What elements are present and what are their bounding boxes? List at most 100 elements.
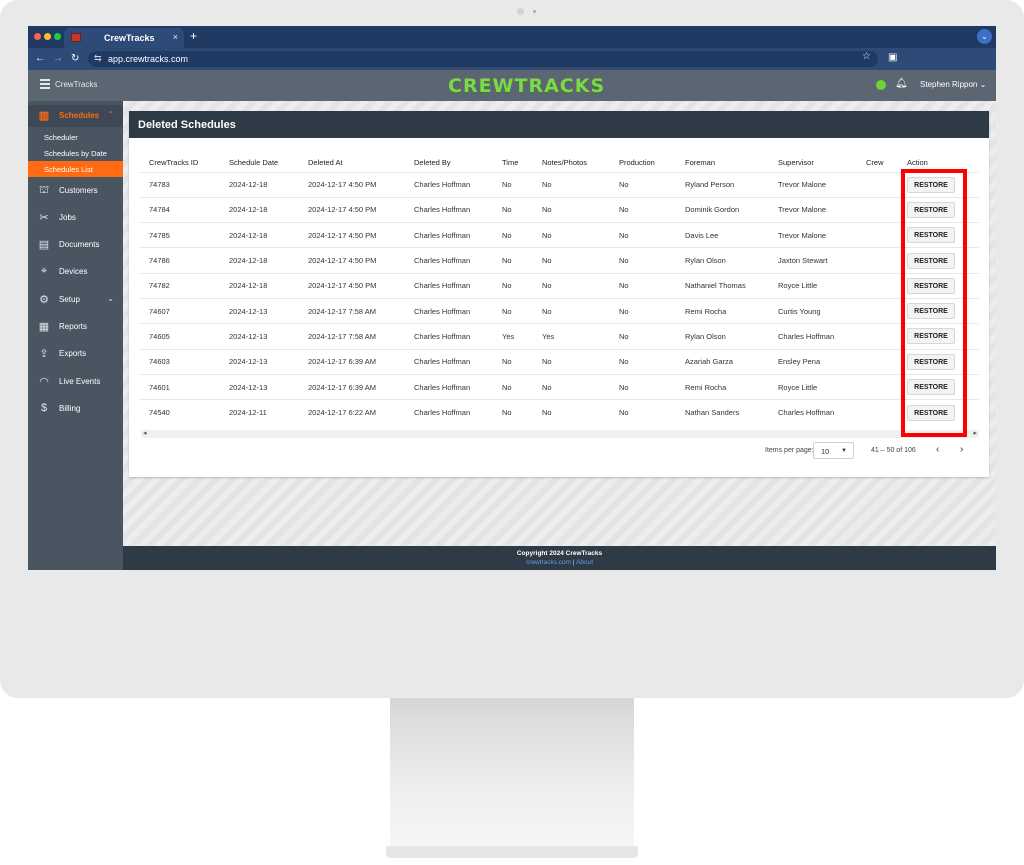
footer: Copyright 2024 CrewTracks crewtracks.com…: [123, 546, 996, 570]
column-header[interactable]: Production: [609, 154, 675, 172]
about-link[interactable]: About: [576, 559, 593, 566]
sidebar-item-reports[interactable]: ▦ Reports: [28, 316, 123, 338]
sidebar-subitem-schedules-list[interactable]: Schedules List: [28, 161, 123, 177]
column-header[interactable]: Supervisor: [768, 154, 856, 172]
sidebar-item-setup[interactable]: ⚙ Setup ⌄: [28, 289, 123, 311]
table-cell: [856, 272, 897, 299]
table-cell: [856, 348, 897, 375]
monitor-chin: [0, 570, 1024, 698]
table-cell: 74540: [139, 399, 219, 425]
table-cell: Charles Hoffman: [404, 222, 492, 248]
sidebar-subitem-scheduler[interactable]: Scheduler: [28, 129, 123, 145]
browser-tab[interactable]: CrewTracks ×: [64, 28, 184, 48]
sidebar-item-customers[interactable]: ⛫ Customers: [28, 180, 123, 202]
column-header[interactable]: CrewTracks ID: [139, 154, 219, 172]
table-row: 74603 2024-12-13 2024-12-17 6:39 AM Charles…: [139, 348, 979, 375]
table-cell: 2024-12-17 6:39 AM: [298, 373, 404, 400]
tab-close-icon[interactable]: ×: [173, 32, 178, 42]
column-header[interactable]: Notes/Photos: [532, 154, 609, 172]
copyright-text: Copyright 2024 CrewTracks: [516, 550, 603, 557]
reports-icon: ▦: [38, 321, 50, 333]
table-cell: No: [492, 171, 532, 198]
column-header[interactable]: Schedule Date: [219, 154, 298, 172]
table-cell: No: [609, 222, 675, 248]
sidebar-item-live-events[interactable]: ◠ Live Events: [28, 371, 123, 393]
site-info-icon[interactable]: ⇆: [94, 53, 102, 64]
user-menu[interactable]: Stephen Rippon ⌄: [920, 80, 986, 89]
column-header[interactable]: Deleted At: [298, 154, 404, 172]
back-icon[interactable]: ←: [35, 53, 45, 64]
new-tab-button[interactable]: +: [190, 29, 197, 43]
table-cell: Charles Hoffman: [404, 399, 492, 425]
billing-icon: $: [40, 402, 48, 414]
sidebar-item-label: Devices: [59, 267, 88, 276]
app-header: CrewTracks CREWTRACKS 🔔︎ Stephen Rippon …: [28, 70, 996, 101]
sidebar-item-label: Customers: [59, 186, 98, 195]
table-cell: 74785: [139, 222, 219, 248]
next-page-button[interactable]: ›: [960, 444, 963, 455]
table-cell: Royce Little: [768, 272, 856, 299]
sidebar-item-jobs[interactable]: ✂ Jobs: [28, 207, 123, 229]
table-cell: 2024-12-11: [219, 399, 298, 425]
scroll-left-icon[interactable]: ◂: [143, 429, 147, 437]
sidebar-item-billing[interactable]: $ Billing: [28, 398, 123, 420]
menu-icon[interactable]: [40, 79, 50, 91]
previous-page-button[interactable]: ‹: [936, 444, 939, 455]
sidebar-item-label: Billing: [59, 404, 81, 413]
url-field[interactable]: ⇆ app.crewtracks.com: [88, 51, 878, 67]
table-cell: No: [532, 399, 609, 425]
table-cell: 74782: [139, 272, 219, 299]
crewtracks-link[interactable]: crewtracks.com: [526, 559, 571, 566]
table-cell: 2024-12-18: [219, 222, 298, 248]
tab-search-icon[interactable]: ⌄: [977, 29, 992, 44]
table-cell: [856, 247, 897, 274]
table-cell: No: [492, 247, 532, 274]
table-cell: 2024-12-17 4:50 PM: [298, 247, 404, 274]
table-cell: [856, 399, 897, 425]
chevron-down-icon: ⌄: [107, 294, 114, 303]
table-cell: 2024-12-18: [219, 196, 298, 223]
table-cell: No: [492, 348, 532, 375]
sidebar-subitem-label: Schedules List: [44, 165, 93, 174]
sidebar-item-label: Live Events: [59, 377, 101, 386]
sidebar-item-documents[interactable]: ▤ Documents: [28, 234, 123, 256]
bookmark-star-icon[interactable]: ☆: [862, 51, 871, 62]
table-cell: No: [609, 297, 675, 324]
table-cell: Charles Hoffman: [404, 247, 492, 274]
sidebar-item-devices[interactable]: ⌖ Devices: [28, 261, 123, 283]
table-cell: 2024-12-13: [219, 297, 298, 324]
table-cell: Charles Hoffman: [404, 323, 492, 350]
table-cell: 2024-12-18: [219, 272, 298, 299]
table-cell: 2024-12-18: [219, 247, 298, 274]
column-header[interactable]: Foreman: [675, 154, 768, 172]
items-per-page-select[interactable]: 10 ▼: [813, 442, 854, 459]
jobs-icon: ✂: [39, 212, 49, 224]
sidebar-subitem-schedules-by-date[interactable]: Schedules by Date: [28, 145, 123, 161]
sidebar-item-exports[interactable]: ⇪ Exports: [28, 343, 123, 365]
deleted-schedules-table: CrewTracks ID Schedule Date Deleted At D…: [139, 154, 979, 425]
browser-tabbar: CrewTracks × + ⌄: [28, 26, 996, 48]
column-header[interactable]: Time: [492, 154, 532, 172]
chevron-up-icon: ⌃: [107, 110, 114, 119]
table-cell: 2024-12-13: [219, 323, 298, 350]
reload-icon[interactable]: ↻: [71, 53, 79, 64]
table-cell: Azariah Garza: [675, 348, 768, 375]
extensions-icon[interactable]: ▣: [888, 52, 897, 63]
bell-icon[interactable]: 🔔︎: [895, 78, 908, 89]
minimize-window-button[interactable]: [44, 33, 51, 40]
horizontal-scrollbar[interactable]: ◂ ▸: [141, 430, 979, 438]
maximize-window-button[interactable]: [54, 33, 61, 40]
forward-icon[interactable]: →: [53, 53, 63, 64]
close-window-button[interactable]: [34, 33, 41, 40]
url-text: app.crewtracks.com: [108, 54, 189, 64]
table-cell: Rylan Olson: [675, 323, 768, 350]
column-header[interactable]: Deleted By: [404, 154, 492, 172]
scroll-right-icon[interactable]: ▸: [973, 429, 977, 437]
column-header[interactable]: Crew: [856, 154, 897, 172]
sidebar-item-schedules[interactable]: ▥ Schedules ⌃: [28, 105, 123, 127]
table-cell: No: [609, 272, 675, 299]
table-cell: Charles Hoffman: [404, 373, 492, 400]
table-cell: Nathaniel Thomas: [675, 272, 768, 299]
table-cell: No: [609, 399, 675, 425]
table-cell: Ryland Person: [675, 171, 768, 198]
